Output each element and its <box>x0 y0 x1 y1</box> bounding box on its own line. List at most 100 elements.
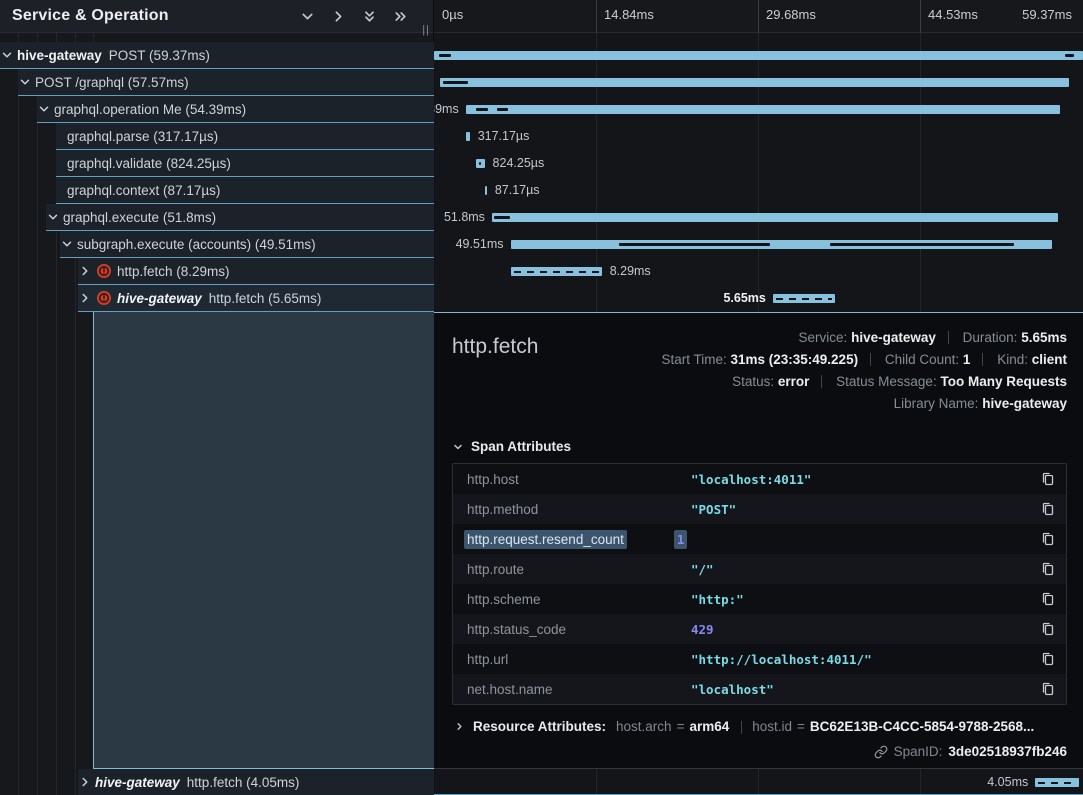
copy-icon[interactable] <box>1040 591 1056 607</box>
timeline-row: 317.17µs <box>434 123 1083 150</box>
tree-row-graphql-parse[interactable]: graphql.parse (317.17µs) <box>56 123 434 150</box>
span-tree: hive-gateway POST (59.37ms) POST /graphq… <box>0 33 434 795</box>
attr-value: "localhost:4011" <box>691 472 811 487</box>
chevron-down-icon[interactable] <box>0 48 14 62</box>
chevron-down-icon[interactable] <box>60 237 74 251</box>
meta-value: error <box>778 374 810 389</box>
service-name: hive-gateway <box>95 775 180 790</box>
resource-attr-value: arm64 <box>689 719 729 734</box>
span-bar[interactable] <box>434 51 1083 60</box>
chevron-down-icon <box>452 441 464 453</box>
tree-row-http-fetch-565-selected[interactable]: ! hive-gateway http.fetch (5.65ms) <box>78 285 434 312</box>
span-id-label: SpanID: <box>894 744 943 759</box>
attr-value-selected: 1 <box>674 530 688 549</box>
attr-row-http-url: http.url "http://localhost:4011/" <box>453 644 1066 674</box>
meta-value: Too Many Requests <box>940 374 1067 389</box>
chevron-right-icon[interactable] <box>78 264 92 278</box>
copy-icon[interactable] <box>1040 561 1056 577</box>
meta-key: Duration: <box>963 330 1018 345</box>
span-duration-label: 4.05ms <box>987 775 1028 789</box>
span-label: POST (59.37ms) <box>109 48 210 63</box>
copy-icon[interactable] <box>1040 471 1056 487</box>
meta-value: 1 <box>963 352 971 367</box>
span-detail-title: http.fetch <box>452 327 538 415</box>
chevron-right-icon[interactable] <box>78 291 92 305</box>
copy-icon[interactable] <box>1040 651 1056 667</box>
tree-row-http-fetch-829[interactable]: ! http.fetch (8.29ms) <box>78 258 434 285</box>
error-icon: ! <box>97 291 111 305</box>
span-bar[interactable] <box>773 294 835 303</box>
tree-row-hive-gateway-post[interactable]: hive-gateway POST (59.37ms) <box>0 42 434 69</box>
tree-row-subgraph-execute[interactable]: subgraph.execute (accounts) (49.51ms) <box>60 231 434 258</box>
tree-header-title: Service & Operation <box>0 7 169 25</box>
span-id-value[interactable]: 3de02518937fb246 <box>948 744 1067 759</box>
attr-key: http.host <box>453 472 691 487</box>
attr-key: http.scheme <box>453 592 691 607</box>
span-detail-meta: Service: hive-gateway Duration: 5.65ms S… <box>661 327 1067 415</box>
tree-row-graphql-validate[interactable]: graphql.validate (824.25µs) <box>56 150 434 177</box>
selected-span-expanded-region <box>93 312 434 769</box>
meta-key: Library Name: <box>894 396 979 411</box>
timeline-panel: 0µs 14.84ms 29.68ms 44.53ms 59.37ms 57.5… <box>434 0 1083 795</box>
span-bar[interactable] <box>492 213 1058 222</box>
tree-row-graphql-operation[interactable]: graphql.operation Me (54.39ms) <box>37 96 434 123</box>
meta-line: Start Time: 31ms (23:35:49.225) Child Co… <box>661 349 1067 371</box>
chevron-down-icon[interactable] <box>18 75 32 89</box>
span-bar[interactable] <box>440 78 1069 87</box>
span-bar[interactable] <box>466 105 1061 114</box>
span-bar[interactable] <box>485 186 487 195</box>
span-duration-label: 87.17µs <box>495 183 540 197</box>
expand-one-icon[interactable] <box>330 8 347 25</box>
attr-key: http.url <box>453 652 691 667</box>
expand-all-icon[interactable] <box>392 8 409 25</box>
timeline-row: 824.25µs <box>434 150 1083 177</box>
attr-row-http-route: http.route "/" <box>453 554 1066 584</box>
resource-attributes-row[interactable]: Resource Attributes: host.arch = arm64 h… <box>452 719 1067 734</box>
trace-viewer: Service & Operation || hive-gateway POST… <box>0 0 1083 795</box>
meta-value: 31ms (23:35:49.225) <box>730 352 858 367</box>
attr-value: "/" <box>691 562 714 577</box>
span-bar[interactable] <box>511 267 602 276</box>
copy-icon[interactable] <box>1040 681 1056 697</box>
span-label: http.fetch (4.05ms) <box>187 775 300 790</box>
attr-key: http.status_code <box>453 622 691 637</box>
span-bar[interactable] <box>476 159 485 168</box>
service-name: hive-gateway <box>17 48 102 63</box>
chevron-down-icon[interactable] <box>37 102 51 116</box>
span-duration-label: 54.39ms <box>434 102 459 116</box>
tree-row-post-graphql[interactable]: POST /graphql (57.57ms) <box>18 69 434 96</box>
span-label: POST /graphql (57.57ms) <box>35 75 189 90</box>
collapse-all-icon[interactable] <box>361 8 378 25</box>
ruler-tick-label: 14.84ms <box>604 7 654 22</box>
collapse-one-icon[interactable] <box>299 8 316 25</box>
attr-key: http.route <box>453 562 691 577</box>
copy-icon[interactable] <box>1040 531 1056 547</box>
ruler-tick-label: 0µs <box>442 7 463 22</box>
meta-value: hive-gateway <box>982 396 1067 411</box>
timeline-row: 49.51ms <box>434 231 1083 258</box>
ruler-tick-label: 59.37ms <box>1022 7 1072 22</box>
tree-row-http-fetch-405[interactable]: hive-gateway http.fetch (4.05ms) <box>78 769 434 795</box>
tree-row-graphql-context[interactable]: graphql.context (87.17µs) <box>56 177 434 204</box>
attr-row-net-host-name: net.host.name "localhost" <box>453 674 1066 704</box>
span-bar[interactable] <box>1035 778 1079 787</box>
chevron-right-icon[interactable] <box>78 775 92 789</box>
span-bar[interactable] <box>511 240 1052 249</box>
tree-row-graphql-execute[interactable]: graphql.execute (51.8ms) <box>46 204 434 231</box>
ruler-tick-label: 29.68ms <box>766 7 816 22</box>
span-attributes-header[interactable]: Span Attributes <box>452 439 1067 454</box>
section-title: Span Attributes <box>471 439 571 454</box>
timeline-row-bottom: 4.05ms <box>434 769 1083 795</box>
copy-icon[interactable] <box>1040 621 1056 637</box>
span-duration-label: 8.29ms <box>610 264 651 278</box>
span-bar[interactable] <box>466 132 469 141</box>
timeline-row: 54.39ms <box>434 96 1083 123</box>
meta-key: Service: <box>799 330 848 345</box>
resource-attributes-title: Resource Attributes: <box>473 719 606 734</box>
chevron-down-icon[interactable] <box>46 210 60 224</box>
copy-icon[interactable] <box>1040 501 1056 517</box>
span-label: graphql.execute (51.8ms) <box>63 210 216 225</box>
attr-row-http-status-code: http.status_code 429 <box>453 614 1066 644</box>
meta-key: Status: <box>732 374 774 389</box>
span-duration-label: 824.25µs <box>493 156 545 170</box>
